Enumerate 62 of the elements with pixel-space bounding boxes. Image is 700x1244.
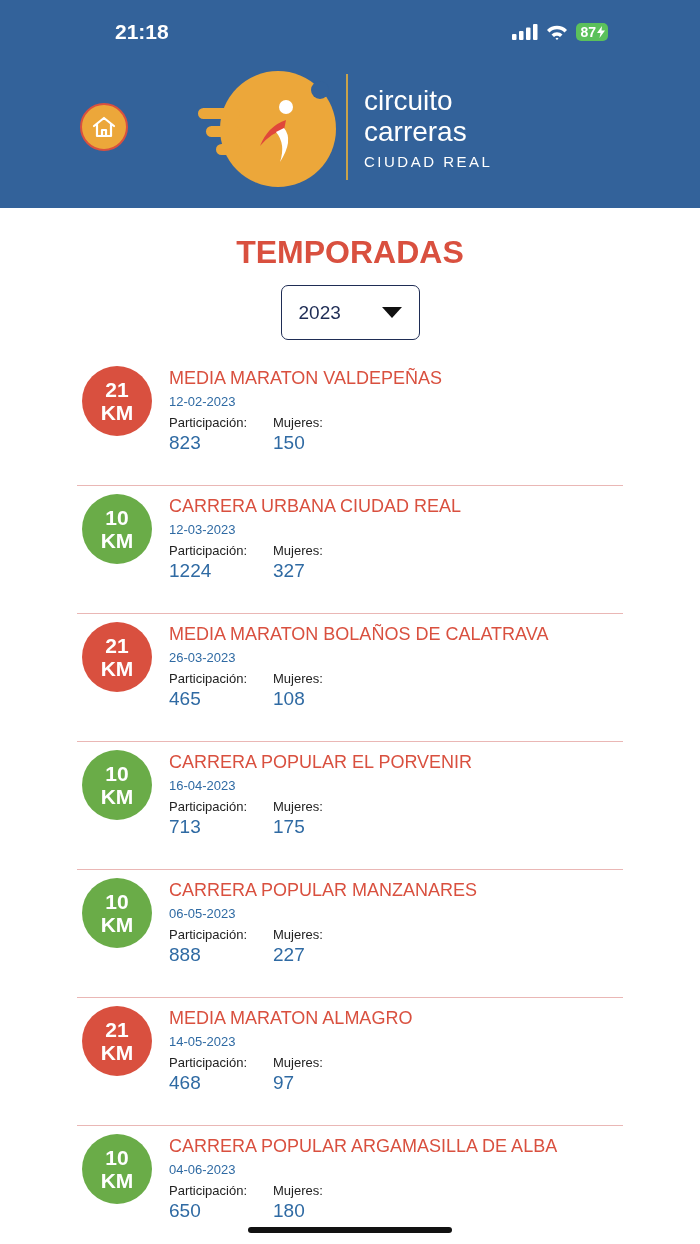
race-name[interactable]: CARRERA POPULAR EL PORVENIR xyxy=(169,750,473,774)
distance-badge: 21 KM xyxy=(82,1006,152,1076)
stat-label: Participación: xyxy=(169,671,249,686)
stat-label: Mujeres: xyxy=(273,543,324,558)
distance-badge: 10 KM xyxy=(82,878,152,948)
race-name[interactable]: MEDIA MARATON BOLAÑOS DE CALATRAVA xyxy=(169,622,549,646)
battery-icon: 87 xyxy=(576,23,608,41)
distance-badge: 21 KM xyxy=(82,366,152,436)
race-date: 12-02-2023 xyxy=(169,394,237,409)
stat-label: Participación: xyxy=(169,1183,249,1198)
race-date: 14-05-2023 xyxy=(169,1034,237,1049)
stat-value: 888 xyxy=(169,944,202,966)
stat-value: 97 xyxy=(273,1072,296,1094)
signal-icon xyxy=(512,24,539,40)
race-name[interactable]: MEDIA MARATON ALMAGRO xyxy=(169,1006,413,1030)
stat-value: 175 xyxy=(273,816,306,838)
logo-text: circuito xyxy=(364,84,454,116)
stat-label: Mujeres: xyxy=(273,927,324,942)
stat-value: 150 xyxy=(273,432,306,454)
race-date: 06-05-2023 xyxy=(169,906,237,921)
stat-value: 465 xyxy=(169,688,202,710)
home-button[interactable] xyxy=(80,103,128,151)
race-date: 12-03-2023 xyxy=(169,522,237,537)
distance-badge: 10 KM xyxy=(82,494,152,564)
logo-text: carreras xyxy=(364,115,468,147)
race-name[interactable]: CARRERA POPULAR ARGAMASILLA DE ALBA xyxy=(169,1134,558,1158)
stat-value: 108 xyxy=(273,688,306,710)
season-dropdown[interactable]: 2023 xyxy=(280,285,420,340)
caret-icon xyxy=(381,307,402,318)
stat-label: Participación: xyxy=(169,799,249,814)
stat-label: Mujeres: xyxy=(273,799,324,814)
stat-label: Participación: xyxy=(169,1055,249,1070)
stat-value: 650 xyxy=(169,1200,202,1222)
stat-label: Mujeres: xyxy=(273,1183,324,1198)
race-date: 04-06-2023 xyxy=(169,1162,237,1177)
stat-value: 713 xyxy=(169,816,202,838)
stat-label: Participación: xyxy=(169,543,249,558)
stat-value: 327 xyxy=(273,560,306,582)
stat-label: Participación: xyxy=(169,415,249,430)
distance-badge: 21 KM xyxy=(82,622,152,692)
stat-value: 180 xyxy=(273,1200,306,1222)
status-time: 21:18 xyxy=(115,20,169,44)
distance-badge: 10 KM xyxy=(82,1134,152,1204)
stat-label: Mujeres: xyxy=(273,415,324,430)
wifi-icon xyxy=(546,24,569,40)
race-name[interactable]: CARRERA POPULAR MANZANARES xyxy=(169,878,478,902)
stat-label: Participación: xyxy=(169,927,249,942)
page-title: TEMPORADAS xyxy=(236,234,464,271)
stat-value: 823 xyxy=(169,432,202,454)
stat-label: Mujeres: xyxy=(273,671,324,686)
race-name[interactable]: MEDIA MARATON VALDEPEÑAS xyxy=(169,366,443,390)
distance-badge: 10 KM xyxy=(82,750,152,820)
race-name[interactable]: CARRERA URBANA CIUDAD REAL xyxy=(169,494,462,518)
stat-label: Mujeres: xyxy=(273,1055,324,1070)
runner-logo-icon xyxy=(198,68,338,190)
stat-value: 227 xyxy=(273,944,306,966)
race-date: 26-03-2023 xyxy=(169,650,237,665)
home-icon xyxy=(91,115,117,139)
stat-value: 1224 xyxy=(169,560,213,582)
race-date: 16-04-2023 xyxy=(169,778,237,793)
logo-subtitle: CIUDAD REAL xyxy=(364,152,493,170)
stat-value: 468 xyxy=(169,1072,202,1094)
